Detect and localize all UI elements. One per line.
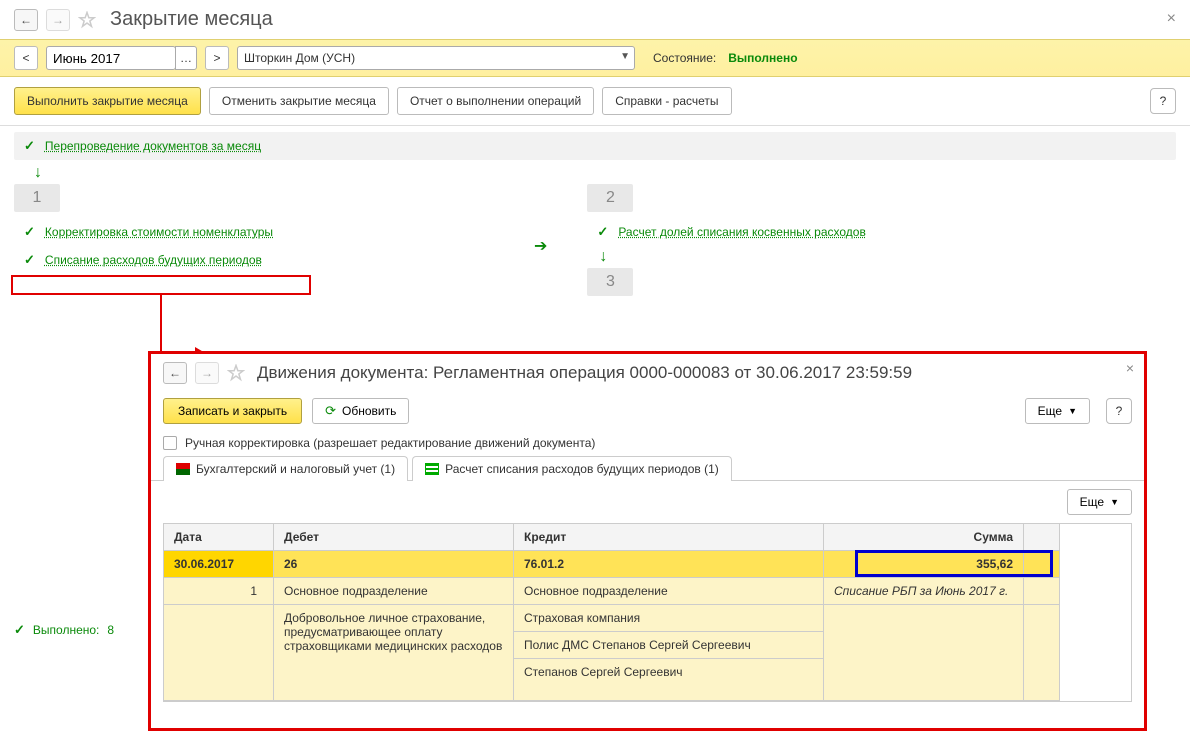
arrow-down-icon: ↓ [599,248,1067,266]
favorite-icon[interactable] [78,11,96,29]
cell-debit-account: 26 [274,551,514,578]
tab-deferred-label: Расчет списания расходов будущих периодо… [445,462,719,476]
references-button[interactable]: Справки - расчеты [602,87,731,115]
check-icon: ✓ [14,622,25,638]
check-icon: ✓ [24,252,35,268]
cell-debit-detail: Добровольное личное страхование, предусм… [274,605,514,701]
close-icon[interactable]: × [1167,10,1176,28]
deferred-expenses-link[interactable]: Списание расходов будущих периодов [45,253,262,267]
stage-1-badge: 1 [14,184,60,212]
tab-accounting-label: Бухгалтерский и налоговый учет (1) [196,462,395,476]
favorite-icon[interactable] [227,364,245,382]
col-credit: Кредит [514,524,824,551]
operations-report-button[interactable]: Отчет о выполнении операций [397,87,594,115]
more-button[interactable]: Еще ▼ [1025,398,1090,424]
cell-credit-sub: Основное подразделение [514,578,824,605]
modal-nav-back-button[interactable]: ← [163,362,187,384]
col-date: Дата [164,524,274,551]
chevron-down-icon: ▼ [620,51,630,62]
refresh-icon: ⟳ [325,403,336,419]
cell-credit-account: 76.01.2 [514,551,824,578]
modal-close-icon[interactable]: × [1126,360,1134,376]
table-row[interactable]: Добровольное личное страхование, предусм… [164,605,1131,701]
table-more-button[interactable]: Еще ▼ [1067,489,1132,515]
table-icon [425,463,439,475]
cell-index: 1 [164,578,274,605]
execute-close-button[interactable]: Выполнить закрытие месяца [14,87,201,115]
organization-select[interactable]: Шторкин Дом (УСН) ▼ [237,46,635,70]
arrow-down-icon: ↓ [34,164,1176,182]
col-sum: Сумма [824,524,1024,551]
refresh-button[interactable]: ⟳ Обновить [312,398,409,424]
period-next-button[interactable]: > [205,46,229,70]
state-value: Выполнено [728,51,797,65]
entries-table: Дата Дебет Кредит Сумма 30.06.2017 26 76… [163,523,1132,702]
document-movements-window: ← → Движения документа: Регламентная опе… [148,351,1147,731]
save-and-close-button[interactable]: Записать и закрыть [163,398,302,424]
table-row[interactable]: 1 Основное подразделение Основное подраз… [164,578,1131,605]
annotation-source-box [11,275,311,295]
arrow-right-icon: ➔ [534,236,547,256]
period-picker-button[interactable]: … [175,46,197,70]
page-title: Закрытие месяца [110,8,273,31]
col-debit: Дебет [274,524,514,551]
period-input[interactable] [46,46,176,70]
tab-accounting[interactable]: Бухгалтерский и налоговый учет (1) [163,456,408,481]
stage-2-badge: 2 [587,184,633,212]
cost-adjustment-link[interactable]: Корректировка стоимости номенклатуры [45,225,273,239]
cell-desc: Списание РБП за Июнь 2017 г. [824,578,1024,605]
cancel-close-button[interactable]: Отменить закрытие месяца [209,87,389,115]
done-label: Выполнено: [33,623,99,637]
tab-deferred-calc[interactable]: Расчет списания расходов будущих периодо… [412,456,732,481]
refresh-label: Обновить [342,404,396,418]
manual-correction-checkbox[interactable] [163,436,177,450]
modal-help-button[interactable]: ? [1106,398,1132,424]
check-icon: ✓ [24,224,35,240]
modal-title: Движения документа: Регламентная операци… [257,363,912,383]
nav-forward-button[interactable]: → [46,9,70,31]
cell-debit-sub: Основное подразделение [274,578,514,605]
check-icon: ✓ [597,224,608,240]
manual-correction-label: Ручная корректировка (разрешает редактир… [185,436,595,450]
accounting-icon [176,463,190,475]
done-count: 8 [107,623,114,637]
annotation-line [160,295,162,355]
help-button[interactable]: ? [1150,88,1176,114]
col-spacer [1024,524,1060,551]
check-icon: ✓ [24,138,35,154]
cell-date: 30.06.2017 [164,551,274,578]
modal-nav-forward-button[interactable]: → [195,362,219,384]
indirect-costs-link[interactable]: Расчет долей списания косвенных расходов [618,225,866,239]
period-prev-button[interactable]: < [14,46,38,70]
stage-3-badge: 3 [587,268,633,296]
nav-back-button[interactable]: ← [14,9,38,31]
organization-value: Шторкин Дом (УСН) [244,51,355,65]
state-label: Состояние: [653,51,716,65]
repost-documents-link[interactable]: Перепроведение документов за месяц [45,139,261,153]
cell-credit-detail: Страховая компания Полис ДМС Степанов Се… [514,605,824,701]
annotation-sum-highlight [855,550,1053,577]
